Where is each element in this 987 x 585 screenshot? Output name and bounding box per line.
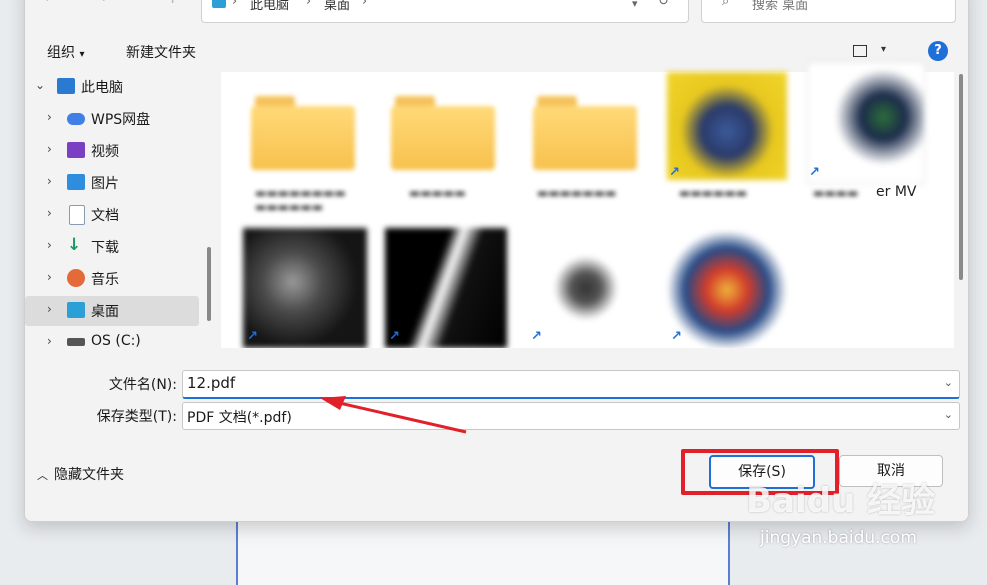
baidu-watermark-logo: Baidu 经验 xyxy=(746,481,935,521)
annotation-arrow-head xyxy=(320,396,346,410)
watermark-url: jingyan.baidu.com xyxy=(760,528,917,548)
annotation-arrow-line xyxy=(334,400,467,434)
